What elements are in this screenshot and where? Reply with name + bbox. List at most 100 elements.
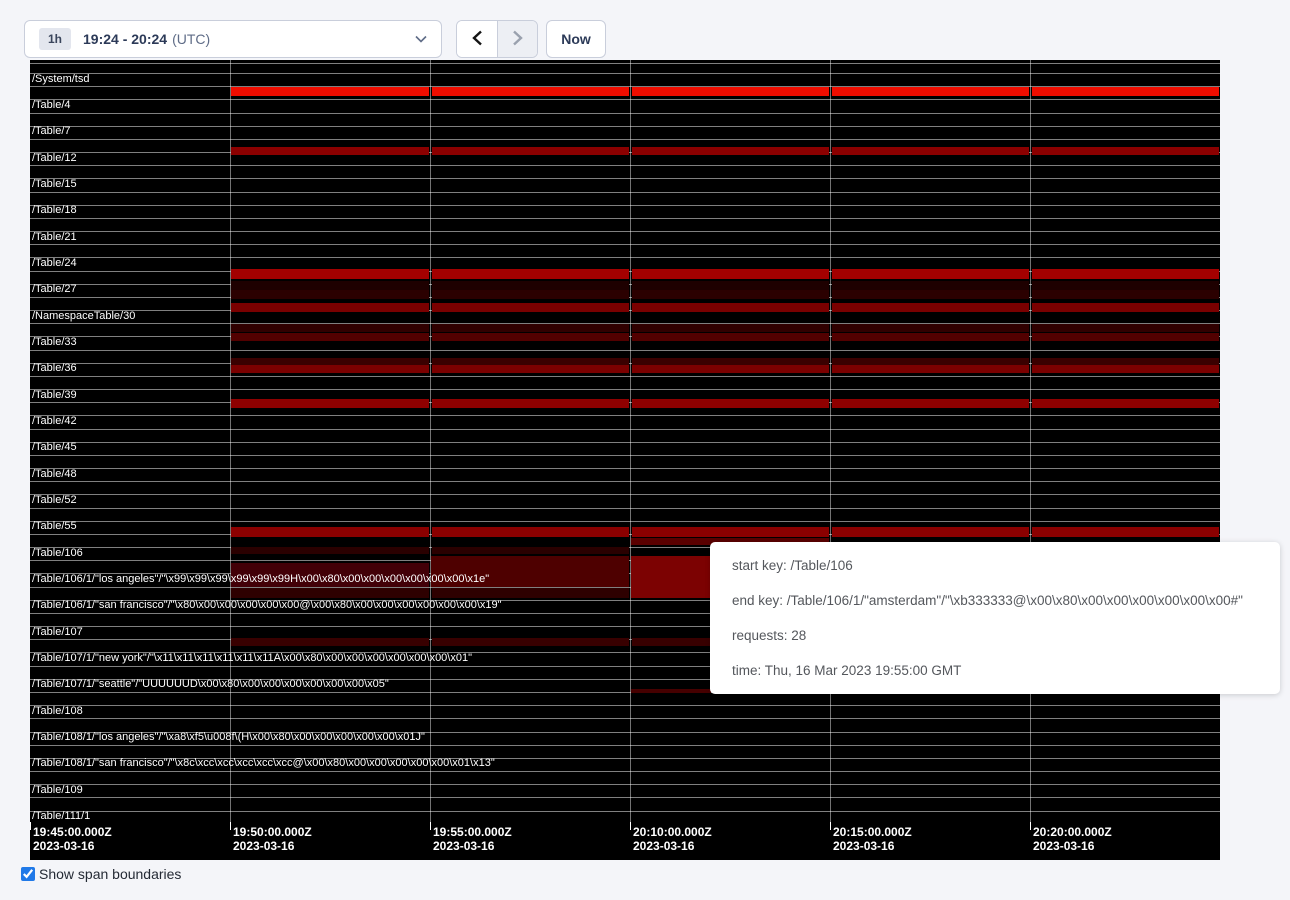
row-label: /Table/106 <box>32 548 83 559</box>
row-label: /Table/4 <box>32 100 71 111</box>
row-label: /Table/15 <box>32 179 77 190</box>
heat-band <box>832 358 1029 365</box>
heat-band <box>231 399 429 408</box>
axis-tick <box>30 822 31 830</box>
heat-band <box>231 303 429 312</box>
heat-band <box>1032 147 1219 155</box>
key-visualizer-heatmap[interactable]: /System/tsd/Table/4/Table/7/Table/12/Tab… <box>30 60 1220 860</box>
row-label: /NamespaceTable/30 <box>32 311 135 322</box>
time-window-nav <box>456 20 538 58</box>
tooltip-end-key: end key: /Table/106/1/"amsterdam"/"\xb33… <box>732 593 1258 608</box>
heat-band <box>632 399 829 408</box>
heat-band <box>432 365 629 373</box>
heat-band <box>832 147 1029 155</box>
span-boundary-line <box>30 231 1220 232</box>
heat-band <box>231 87 429 96</box>
span-boundary-line <box>30 481 1220 482</box>
axis-tick <box>430 822 431 830</box>
span-boundary-line <box>30 718 1220 719</box>
heat-band <box>432 147 629 155</box>
chevron-right-icon <box>512 30 523 49</box>
heat-band <box>432 290 629 299</box>
time-gridline <box>830 60 831 822</box>
span-boundary-line <box>30 442 1220 443</box>
time-window-timezone: (UTC) <box>172 31 210 47</box>
show-span-boundaries-label[interactable]: Show span boundaries <box>39 866 181 882</box>
span-boundary-line <box>30 389 1220 390</box>
axis-tick <box>830 822 831 830</box>
span-boundary-line <box>30 705 1220 706</box>
heat-band <box>1032 324 1219 332</box>
span-boundary-line <box>30 415 1220 416</box>
now-button[interactable]: Now <box>546 20 606 58</box>
chevron-left-icon <box>472 30 483 49</box>
span-boundary-line <box>30 797 1220 798</box>
span-boundary-line <box>30 494 1220 495</box>
show-span-boundaries-checkbox[interactable] <box>21 867 35 881</box>
heat-band <box>432 303 629 312</box>
row-label: /Table/108/1/"san francisco"/"\x8c\xcc\x… <box>32 758 495 769</box>
heat-band <box>632 303 829 312</box>
chevron-down-icon <box>415 35 427 43</box>
tooltip-start-key: start key: /Table/106 <box>732 558 1258 573</box>
time-gridline <box>630 60 631 822</box>
heat-band <box>832 87 1029 96</box>
prev-window-button[interactable] <box>457 21 497 57</box>
heat-band <box>832 365 1029 373</box>
span-boundary-line <box>30 376 1220 377</box>
heat-band <box>631 689 711 693</box>
heat-band <box>632 269 829 279</box>
time-axis: 19:45:00.000Z2023-03-1619:50:00.000Z2023… <box>30 822 1220 860</box>
span-boundary-line <box>30 455 1220 456</box>
time-gridline <box>1030 60 1031 822</box>
heat-band <box>832 324 1029 332</box>
tooltip-time: time: Thu, 16 Mar 2023 19:55:00 GMT <box>732 663 1258 678</box>
span-boundary-line <box>30 205 1220 206</box>
row-label: /Table/107 <box>32 627 83 638</box>
row-label: /Table/42 <box>32 416 77 427</box>
heat-band <box>231 281 429 290</box>
next-window-button[interactable] <box>497 21 537 57</box>
row-label: /Table/36 <box>32 363 77 374</box>
axis-time-label: 20:20:00.000Z2023-03-16 <box>1033 825 1112 853</box>
heat-band <box>231 588 429 598</box>
heat-band <box>432 547 629 554</box>
span-boundary-line <box>30 745 1220 746</box>
time-gridline <box>430 60 431 822</box>
span-boundary-line <box>30 811 1220 812</box>
heat-band <box>832 399 1029 408</box>
heat-band <box>1032 333 1219 341</box>
heat-band <box>1032 399 1219 408</box>
axis-time-label: 19:45:00.000Z2023-03-16 <box>33 825 112 853</box>
heat-band <box>432 269 629 279</box>
time-window-selector[interactable]: 1h 19:24 - 20:24 (UTC) <box>24 20 442 58</box>
heat-band <box>432 87 629 96</box>
span-boundary-line <box>30 218 1220 219</box>
heatmap-canvas[interactable]: /System/tsd/Table/4/Table/7/Table/12/Tab… <box>30 60 1220 822</box>
span-boundary-line <box>30 113 1220 114</box>
span-boundary-line <box>30 63 1220 64</box>
time-gridline <box>230 60 231 822</box>
footer: Show span boundaries <box>21 866 181 882</box>
row-label: /Table/55 <box>32 521 77 532</box>
span-boundary-line <box>30 165 1220 166</box>
heat-band <box>832 333 1029 341</box>
row-label: /Table/48 <box>32 469 77 480</box>
heat-band <box>432 358 629 365</box>
span-boundary-line <box>30 468 1220 469</box>
heat-band <box>231 290 429 299</box>
row-label: /Table/39 <box>32 390 77 401</box>
heat-band <box>1032 358 1219 365</box>
heat-band <box>432 324 629 332</box>
axis-time-label: 20:15:00.000Z2023-03-16 <box>833 825 912 853</box>
heat-band <box>1032 269 1219 279</box>
axis-tick <box>1030 822 1031 830</box>
row-label: /Table/108 <box>32 706 83 717</box>
row-label: /Table/106/1/"san francisco"/"\x80\x00\x… <box>32 600 502 611</box>
axis-tick <box>230 822 231 830</box>
row-label: /Table/7 <box>32 126 71 137</box>
heat-band <box>231 358 429 365</box>
heat-band <box>231 547 429 554</box>
row-label: /Table/27 <box>32 284 77 295</box>
axis-tick <box>630 822 631 830</box>
